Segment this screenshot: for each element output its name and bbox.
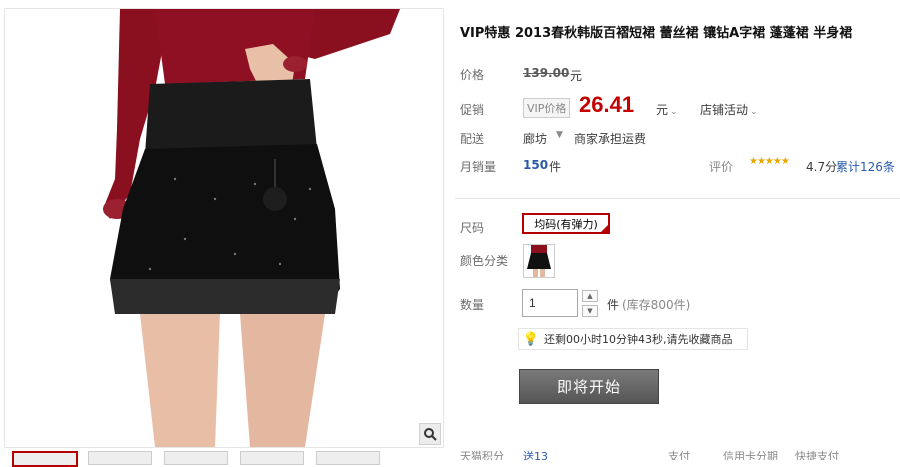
thumbnail-strip	[4, 451, 442, 467]
quantity-label: 数量	[460, 298, 485, 312]
countdown-text: 还剩00小时10分钟43秒,请先收藏商品	[544, 333, 733, 346]
rating-label: 评价	[709, 160, 734, 174]
thumbnail-5[interactable]	[316, 451, 380, 465]
delivery-label: 配送	[460, 132, 485, 146]
quantity-decrease-icon[interactable]: ▼	[582, 305, 598, 317]
points-value: 送13	[523, 450, 548, 460]
quantity-unit: 件	[607, 298, 620, 312]
divider	[455, 198, 900, 199]
quick-pay[interactable]: 快捷支付	[795, 449, 839, 460]
color-label: 颜色分类	[460, 254, 509, 268]
payment-label: 支付	[668, 450, 690, 460]
original-price-currency: 元	[570, 69, 583, 83]
promo-price: 26.41	[579, 92, 635, 117]
credit-installment[interactable]: 信用卡分期	[723, 449, 778, 460]
price-label: 价格	[460, 68, 485, 82]
color-swatch-black[interactable]	[523, 244, 555, 278]
store-activity-dropdown[interactable]: 店铺活动 ⌄	[700, 101, 758, 118]
caret-down-icon[interactable]: ▼	[556, 130, 563, 140]
countdown-notice: 💡 还剩00小时10分钟43秒,请先收藏商品	[518, 328, 748, 350]
thumbnail-4[interactable]	[240, 451, 304, 465]
points-label: 天猫积分	[460, 450, 504, 460]
bottom-info-strip: 天猫积分 送13 支付 信用卡分期 快捷支付	[455, 449, 900, 460]
zoom-icon[interactable]	[419, 423, 441, 445]
size-option-label: 均码(有弹力)	[534, 217, 598, 231]
store-activity-label: 店铺活动	[700, 103, 749, 117]
stock-info: (库存800件)	[622, 298, 691, 312]
promo-label: 促销	[460, 103, 485, 117]
rating-stars-icon: ★★★★★	[749, 156, 790, 167]
promo-currency-dropdown[interactable]: 元 ⌄	[656, 101, 678, 118]
rating-score: 4.7分	[806, 160, 838, 174]
review-count-link[interactable]: 累计126条	[836, 158, 895, 175]
original-price: 139.00	[523, 66, 570, 80]
product-main-image[interactable]	[4, 8, 444, 448]
size-option-selected[interactable]: 均码(有弹力)	[522, 213, 610, 234]
size-label: 尺码	[460, 221, 485, 235]
delivery-city[interactable]: 廊坊	[523, 130, 547, 147]
chevron-down-icon: ⌄	[750, 107, 758, 117]
thumbnail-2[interactable]	[88, 451, 152, 465]
chevron-down-icon: ⌄	[670, 107, 678, 117]
quantity-input[interactable]	[522, 289, 578, 317]
thumbnail-1[interactable]	[12, 451, 78, 467]
monthly-sales-value: 150	[523, 158, 549, 172]
monthly-sales-unit: 件	[549, 160, 562, 174]
product-title: VIP特惠 2013春秋韩版百褶短裙 蕾丝裙 镶钻A字裙 蓬蓬裙 半身裙	[460, 26, 853, 41]
quantity-increase-icon[interactable]: ▲	[582, 290, 598, 302]
lightbulb-icon: 💡	[522, 331, 540, 347]
promo-currency: 元	[656, 103, 669, 117]
skirt-photo	[5, 9, 443, 447]
vip-price-tag: VIP价格	[523, 98, 571, 118]
coming-soon-button[interactable]: 即将开始	[519, 369, 659, 404]
shipping-info: 商家承担运费	[574, 132, 647, 146]
monthly-sales-label: 月销量	[460, 160, 497, 174]
thumbnail-3[interactable]	[164, 451, 228, 465]
selected-check-icon	[600, 224, 609, 233]
